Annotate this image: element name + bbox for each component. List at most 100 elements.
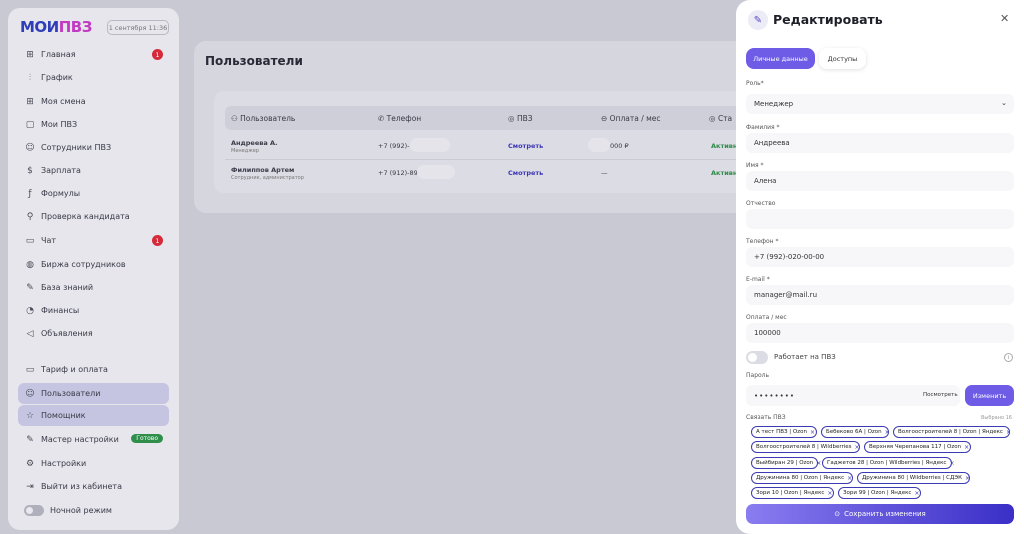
table-row[interactable]: Андреева А. Менеджер +7 (992)- Смотреть …	[225, 133, 745, 159]
sidebar-item-logout[interactable]: ⇥ Выйти из кабинета	[18, 476, 169, 497]
remove-chip-icon[interactable]: ×	[816, 460, 821, 467]
sidebar-item-knowledge[interactable]: ✎ База знаний	[18, 277, 169, 298]
toggle-icon[interactable]	[24, 505, 44, 516]
sidebar-item-candidate-check[interactable]: ⚲ Проверка кандидата	[18, 206, 169, 227]
sidebar-item-my-pvz[interactable]: ▢ Мои ПВЗ	[18, 114, 169, 135]
search-icon: ⚲	[26, 211, 34, 222]
works-at-pvz-switch[interactable]	[746, 351, 768, 364]
pay-label: Оплата / мес	[746, 314, 787, 321]
sidebar-item-home[interactable]: ⊞ Главная 1	[18, 44, 169, 65]
tab-personal-data[interactable]: Личные данные	[746, 48, 815, 69]
phone-field[interactable]: +7 (992)-020-00-00	[746, 247, 1014, 267]
sidebar-item-announcements[interactable]: ◁ Объявления	[18, 323, 169, 344]
sidebar-item-setup-wizard[interactable]: ✎ Мастер настройки Готово	[18, 429, 169, 450]
pvz-chip[interactable]: Верхняя Черепанова 117 | Ozon ×	[864, 441, 971, 453]
sidebar-item-settings[interactable]: ⚙ Настройки	[18, 453, 169, 474]
remove-chip-icon[interactable]: ×	[964, 444, 969, 451]
pvz-chip[interactable]: А тест ПВЗ | Ozon ×	[751, 426, 817, 438]
pvz-link[interactable]: Смотреть	[508, 142, 543, 150]
remove-chip-icon[interactable]: ×	[1006, 429, 1011, 436]
sidebar-item-formulas[interactable]: ƒ Формулы	[18, 183, 169, 204]
remove-chip-icon[interactable]: ×	[855, 444, 860, 451]
sidebar-item-salary[interactable]: $ Зарплата	[18, 160, 169, 181]
sidebar-item-finance[interactable]: ◔ Финансы	[18, 300, 169, 321]
chevron-down-icon: ⌄	[1001, 99, 1007, 107]
remove-chip-icon[interactable]: ×	[949, 460, 954, 467]
close-icon[interactable]: ✕	[1000, 12, 1009, 25]
chart-icon: ⫶	[28, 72, 32, 83]
pvz-chip[interactable]: Волгоостроителей 8 | Wildberries ×	[751, 441, 860, 453]
save-changes-button[interactable]: ⊙ Сохранить изменения	[746, 504, 1014, 524]
pvz-chip[interactable]: Зори 99 | Ozon | Яндекс ×	[838, 487, 921, 499]
phone-mask	[410, 138, 450, 152]
sidebar-item-my-shift[interactable]: ⊞ Моя смена	[18, 91, 169, 112]
surname-field[interactable]: Андреева	[746, 133, 1014, 153]
function-icon: ƒ	[28, 188, 32, 199]
pen-icon: ✎	[26, 282, 34, 293]
pencil-icon: ✎	[748, 10, 768, 30]
column-pvz[interactable]: ◎ ПВЗ	[508, 114, 533, 123]
dollar-icon: $	[27, 165, 33, 176]
sidebar-item-exchange[interactable]: ◍ Биржа сотрудников	[18, 254, 169, 275]
sidebar-item-users[interactable]: ☺ Пользователи	[18, 383, 169, 404]
pvz-chip[interactable]: Выйбиран 29 | Ozon ×	[751, 457, 821, 469]
tab-access[interactable]: Доступы	[819, 48, 866, 69]
star-icon: ☆	[25, 410, 35, 421]
name-field[interactable]: Алена	[746, 171, 1014, 191]
user-phone: +7 (992)-	[378, 142, 410, 150]
sidebar-item-chat[interactable]: ▭ Чат 1	[18, 230, 169, 251]
remove-chip-icon[interactable]: ×	[914, 490, 919, 497]
info-icon[interactable]: i	[1004, 353, 1013, 362]
sidebar-item-assistant[interactable]: ☆ Помощник	[18, 405, 169, 426]
wand-icon: ✎	[26, 434, 34, 445]
name-label: Имя *	[746, 162, 764, 169]
email-label: E-mail *	[746, 276, 770, 283]
megaphone-icon: ◁	[26, 328, 34, 339]
pay-field[interactable]: 100000	[746, 323, 1014, 343]
phone-mask	[417, 165, 455, 179]
patronymic-field[interactable]	[746, 209, 1014, 229]
panel-title: Редактировать	[773, 12, 883, 27]
users-icon: ☺	[25, 388, 35, 399]
email-field[interactable]: manager@mail.ru	[746, 285, 1014, 305]
pvz-chip[interactable]: Бебеково 6А | Ozon ×	[821, 426, 890, 438]
pie-icon: ◔	[26, 305, 34, 316]
gear-icon: ⚙	[25, 458, 35, 469]
pvz-chip[interactable]: Дружинина 80 | Wildberries | СДЭК ×	[857, 472, 970, 484]
globe-icon: ◍	[26, 259, 34, 270]
grid-icon: ⊞	[26, 49, 34, 60]
logo[interactable]: МОИПВЗ	[20, 18, 92, 36]
table-row[interactable]: Филиппов Артем Сотрудник, администратор …	[225, 160, 745, 186]
pvz-chip[interactable]: Гаджетов 28 | Ozon | Wildberries | Яндек…	[822, 457, 954, 469]
show-password-link[interactable]: Посмотреть	[923, 392, 958, 398]
column-status[interactable]: ◎ Ста	[709, 114, 732, 123]
role-select[interactable]: Менеджер ⌄	[746, 94, 1014, 114]
column-user[interactable]: ⚇ Пользователь	[231, 114, 295, 123]
role-label: Роль*	[746, 80, 764, 87]
link-pvz-label: Связать ПВЗ	[746, 414, 786, 421]
date-badge: 1 сентября 11:36	[107, 20, 169, 35]
pvz-chip[interactable]: Волгоостроителей 8 | Ozon | Яндекс ×	[893, 426, 1011, 438]
pvz-chip[interactable]: Дружинина 80 | Ozon | Яндекс ×	[751, 472, 853, 484]
sidebar-item-tariff[interactable]: ▭ Тариф и оплата	[18, 359, 169, 380]
pvz-chip[interactable]: Зори 10 | Ozon | Яндекс ×	[751, 487, 834, 499]
remove-chip-icon[interactable]: ×	[810, 429, 815, 436]
sidebar-item-employees[interactable]: ☺ Сотрудники ПВЗ	[18, 137, 169, 158]
people-icon: ☺	[25, 142, 35, 153]
user-phone: +7 (912)-891	[378, 169, 422, 177]
night-mode-toggle[interactable]: Ночной режим	[18, 500, 169, 521]
remove-chip-icon[interactable]: ×	[965, 475, 970, 482]
change-password-button[interactable]: Изменить	[965, 385, 1014, 406]
remove-chip-icon[interactable]: ×	[885, 429, 890, 436]
column-pay[interactable]: ⊖ Оплата / мес	[601, 114, 661, 123]
column-phone[interactable]: ✆ Телефон	[378, 114, 421, 123]
ready-badge: Готово	[131, 434, 163, 443]
user-role: Сотрудник, администратор	[231, 175, 304, 181]
remove-chip-icon[interactable]: ×	[827, 490, 832, 497]
pay-mask	[588, 138, 610, 152]
grid-icon: ⊞	[26, 96, 34, 107]
sidebar-item-schedule[interactable]: ⫶ График	[18, 67, 169, 88]
phone-label: Телефон *	[746, 238, 779, 245]
pvz-link[interactable]: Смотреть	[508, 169, 543, 177]
remove-chip-icon[interactable]: ×	[847, 475, 852, 482]
